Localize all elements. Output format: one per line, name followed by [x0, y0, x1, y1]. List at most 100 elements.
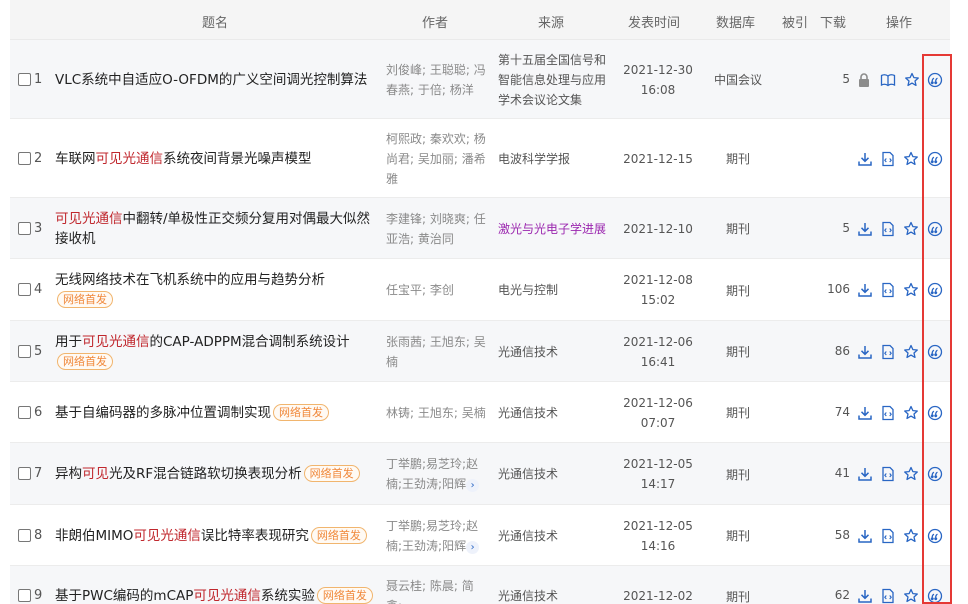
source-link[interactable]: 光通信技术	[498, 464, 616, 484]
cite-quote-icon[interactable]	[927, 344, 943, 360]
article-title-link[interactable]: 非朗伯MIMO可见光通信误比特率表现研究 网络首发	[55, 526, 375, 546]
source-link[interactable]: 第十五届全国信号和智能信息处理与应用学术会议论文集	[498, 50, 616, 110]
favorite-star-icon[interactable]	[903, 588, 919, 604]
article-title-link[interactable]: 异构可见光及RF混合链路软切换表现分析 网络首发	[55, 464, 375, 484]
header-cited[interactable]: 被引	[782, 12, 808, 31]
table-row: 7 异构可见光及RF混合链路软切换表现分析 网络首发 丁举鹏;易芝玲;赵楠;王劲涛;阳…	[10, 443, 950, 505]
database-type: 期刊	[725, 406, 750, 420]
download-icon[interactable]	[857, 151, 873, 167]
article-title-link[interactable]: 车联网可见光通信系统夜间背景光噪声模型	[55, 149, 375, 169]
row-checkbox[interactable]	[18, 151, 31, 165]
download-icon[interactable]	[857, 405, 873, 421]
cite-quote-icon[interactable]	[927, 151, 943, 167]
html-read-icon[interactable]	[880, 528, 896, 544]
article-title-link[interactable]: 基于自编码器的多脉冲位置调制实现 网络首发	[55, 403, 375, 423]
favorite-star-icon[interactable]	[903, 528, 919, 544]
row-checkbox[interactable]	[18, 405, 31, 419]
title-highlight: 可见光通信	[82, 334, 150, 350]
download-icon[interactable]	[857, 466, 873, 482]
download-icon[interactable]	[857, 588, 873, 604]
author-list[interactable]: 李建锋; 刘晓爽; 任亚浩; 黄治同	[386, 209, 488, 249]
source-link[interactable]: 光通信技术	[498, 526, 616, 546]
row-number: 3	[34, 220, 43, 236]
favorite-star-icon[interactable]	[903, 282, 919, 298]
online-first-badge: 网络首发	[273, 404, 329, 421]
source-link[interactable]: 光通信技术	[498, 586, 616, 604]
row-number: 8	[34, 527, 43, 543]
download-count: 62	[834, 588, 850, 602]
cite-quote-icon[interactable]	[927, 588, 943, 604]
publish-date: 2021-12-30 16:08	[618, 60, 698, 100]
cite-quote-icon[interactable]	[927, 72, 943, 88]
header-title[interactable]: 题名	[202, 12, 228, 31]
cite-quote-icon[interactable]	[927, 221, 943, 237]
source-link[interactable]: 电波科学学报	[498, 149, 616, 169]
html-read-icon[interactable]	[880, 405, 896, 421]
source-link[interactable]: 光通信技术	[498, 403, 616, 423]
article-title-link[interactable]: 基于PWC编码的mCAP可见光通信系统实验 网络首发	[55, 586, 375, 604]
read-icon[interactable]	[880, 72, 896, 88]
download-icon[interactable]	[857, 282, 873, 298]
html-read-icon[interactable]	[880, 221, 896, 237]
author-list[interactable]: 丁举鹏;易芝玲;赵楠;王劲涛;阳辉 ›	[386, 454, 488, 494]
favorite-star-icon[interactable]	[903, 466, 919, 482]
cite-quote-icon[interactable]	[927, 466, 943, 482]
header-date[interactable]: 发表时间	[628, 12, 680, 31]
cite-quote-icon[interactable]	[927, 282, 943, 298]
row-checkbox[interactable]	[18, 221, 31, 235]
html-read-icon[interactable]	[880, 151, 896, 167]
publish-date-day: 2021-12-05	[623, 519, 693, 533]
publish-date: 2021-12-10	[618, 219, 698, 239]
favorite-star-icon[interactable]	[903, 221, 919, 237]
favorite-star-icon[interactable]	[903, 344, 919, 360]
row-number: 9	[34, 588, 43, 603]
more-authors-icon[interactable]: ›	[466, 479, 480, 492]
download-count: 5	[842, 71, 850, 86]
row-checkbox[interactable]	[18, 72, 31, 86]
header-author: 作者	[422, 16, 449, 31]
article-title-link[interactable]: 可见光通信中翻转/单极性正交频分复用对偶最大似然接收机	[55, 209, 375, 249]
author-list[interactable]: 柯熙政; 秦欢欢; 杨尚君; 吴加丽; 潘希雅	[386, 129, 488, 189]
favorite-star-icon[interactable]	[903, 151, 919, 167]
cite-quote-icon[interactable]	[927, 528, 943, 544]
row-checkbox[interactable]	[18, 344, 31, 358]
download-icon[interactable]	[857, 221, 873, 237]
database-type: 期刊	[725, 284, 750, 298]
title-text: 误比特率表现研究	[200, 528, 309, 544]
html-read-icon[interactable]	[880, 344, 896, 360]
article-title-link[interactable]: 无线网络技术在飞机系统中的应用与趋势分析网络首发	[55, 270, 375, 310]
html-read-icon[interactable]	[880, 282, 896, 298]
author-list[interactable]: 聂云桂; 陈晨; 简鑫;	[386, 576, 488, 604]
row-checkbox[interactable]	[18, 528, 31, 542]
header-downloads[interactable]: 下载	[820, 12, 846, 31]
source-link[interactable]: 光通信技术	[498, 342, 616, 362]
publish-date-day: 2021-12-06	[623, 335, 693, 349]
author-list[interactable]: 任宝平; 李创	[386, 280, 488, 300]
title-text: 的CAP-ADPPM混合调制系统设计	[149, 334, 350, 350]
online-first-badge: 网络首发	[57, 291, 113, 308]
download-icon[interactable]	[857, 344, 873, 360]
row-checkbox[interactable]	[18, 589, 31, 602]
more-authors-icon[interactable]: ›	[466, 541, 480, 554]
author-list[interactable]: 丁举鹏;易芝玲;赵楠;王劲涛;阳辉 ›	[386, 516, 488, 556]
article-title-link[interactable]: VLC系统中自适应O-OFDM的广义空间调光控制算法	[55, 70, 375, 90]
download-icon[interactable]	[857, 528, 873, 544]
table-row: 8 非朗伯MIMO可见光通信误比特率表现研究 网络首发 丁举鹏;易芝玲;赵楠;王劲涛;…	[10, 505, 950, 566]
source-link[interactable]: 电光与控制	[498, 280, 616, 300]
authors-text: 柯熙政; 秦欢欢; 杨尚君; 吴加丽; 潘希雅	[386, 132, 486, 186]
author-list[interactable]: 刘俊峰; 王聪聪; 冯春燕; 于倍; 杨洋	[386, 60, 488, 100]
source-link[interactable]: 激光与光电子学进展	[498, 219, 616, 239]
title-text: 无线网络技术在飞机系统中的应用与趋势分析	[55, 272, 325, 288]
favorite-star-icon[interactable]	[903, 405, 919, 421]
row-checkbox[interactable]	[18, 467, 31, 480]
favorite-star-icon[interactable]	[904, 72, 920, 88]
cite-quote-icon[interactable]	[927, 405, 943, 421]
article-title-link[interactable]: 用于可见光通信的CAP-ADPPM混合调制系统设计网络首发	[55, 332, 375, 372]
row-checkbox[interactable]	[18, 283, 31, 296]
author-list[interactable]: 张雨茜; 王旭东; 吴楠	[386, 332, 488, 372]
authors-text: 任宝平; 李创	[386, 283, 454, 297]
html-read-icon[interactable]	[880, 466, 896, 482]
html-read-icon[interactable]	[880, 588, 896, 604]
author-list[interactable]: 林铸; 王旭东; 吴楠	[386, 403, 488, 423]
title-text: 车联网	[55, 151, 96, 167]
